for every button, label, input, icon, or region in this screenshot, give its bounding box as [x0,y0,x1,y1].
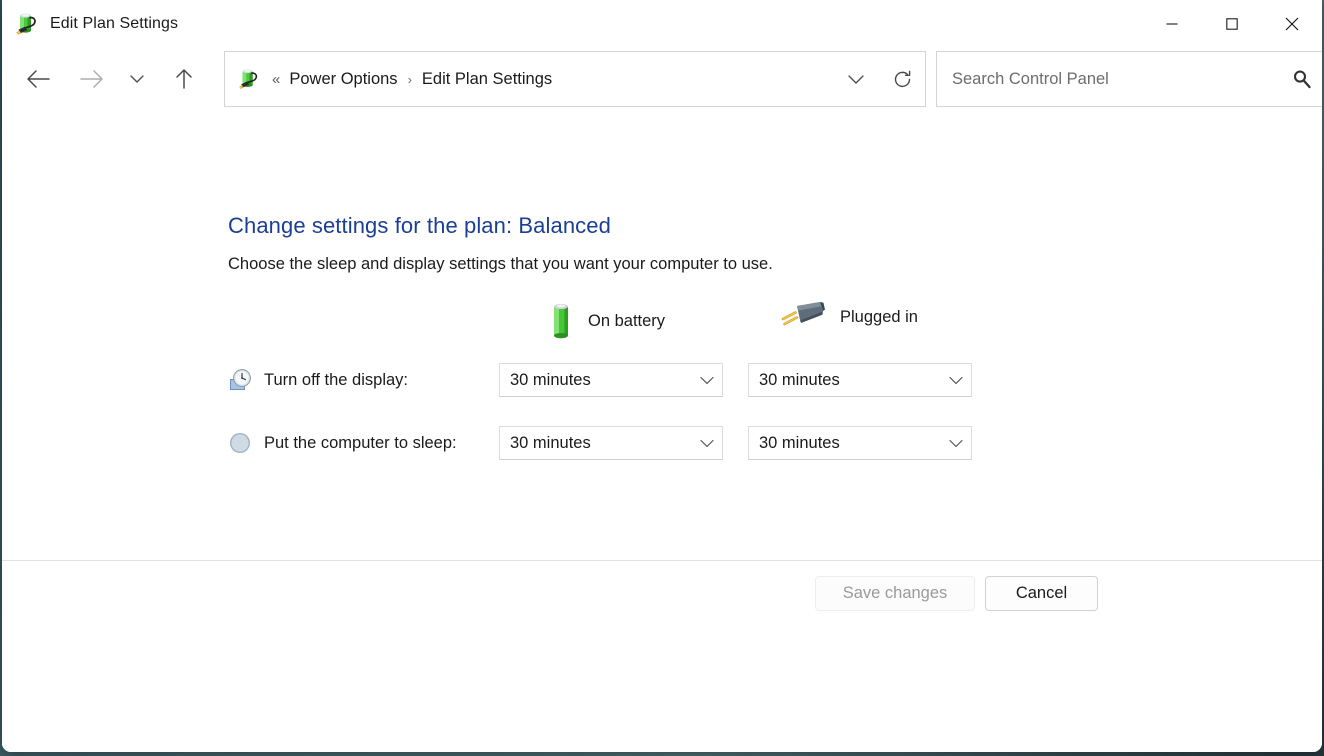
back-button[interactable] [16,57,60,101]
dropdown-value: 30 minutes [759,371,941,390]
sleep-moon-icon [228,431,252,455]
power-plug-icon [780,300,826,334]
window-controls [1142,0,1322,48]
column-label-plugged-in: Plugged in [840,308,918,327]
column-header-plugged-in: Plugged in [780,300,918,334]
setting-label-put-computer-to-sleep: Put the computer to sleep: [264,434,457,453]
column-header-on-battery: On battery [548,300,665,342]
setting-row-put-computer-to-sleep: Put the computer to sleep: [228,426,457,460]
address-bar[interactable]: « Power Options › Edit Plan Settings [224,51,926,107]
back-arrow-icon [25,68,51,90]
minimize-icon [1166,18,1178,30]
display-clock-icon [228,368,252,392]
page-subtitle: Choose the sleep and display settings th… [228,255,773,274]
battery-icon [548,300,574,342]
minimize-button[interactable] [1142,0,1202,48]
dropdown-value: 30 minutes [759,434,941,453]
up-button[interactable] [162,57,206,101]
breadcrumb-power-options[interactable]: Power Options [289,70,397,89]
search-button[interactable] [1281,52,1322,106]
dropdown-sleep-plugged-in[interactable]: 30 minutes [748,426,972,460]
dropdown-turn-off-display-on-battery[interactable]: 30 minutes [499,363,723,397]
content-area: Change settings for the plan: Balanced C… [2,110,1322,560]
search-box[interactable] [936,51,1322,107]
navigation-bar: « Power Options › Edit Plan Settings [2,48,1322,110]
cancel-button[interactable]: Cancel [985,576,1098,611]
search-icon [1292,69,1312,89]
recent-locations-button[interactable] [120,57,154,101]
chevron-down-icon [130,74,144,84]
title-bar: Edit Plan Settings [2,0,1322,48]
setting-row-turn-off-display: Turn off the display: [228,363,408,397]
chevron-down-icon [941,376,971,385]
save-changes-button[interactable]: Save changes [815,576,975,611]
search-input[interactable] [950,69,1281,90]
close-button[interactable] [1262,0,1322,48]
address-dropdown-button[interactable] [833,52,879,106]
chevron-down-icon [941,439,971,448]
dropdown-turn-off-display-plugged-in[interactable]: 30 minutes [748,363,972,397]
chevron-down-icon [847,73,865,85]
breadcrumb-overflow[interactable]: « [272,71,280,88]
power-plan-icon [14,11,40,37]
up-arrow-icon [173,67,195,91]
edit-plan-settings-window: Edit Plan Settings [2,0,1322,752]
window-title: Edit Plan Settings [50,15,178,33]
maximize-icon [1226,18,1238,30]
breadcrumb-separator: › [408,72,412,87]
refresh-icon [892,69,913,90]
footer-bar: Save changes Cancel [2,561,1322,752]
column-label-on-battery: On battery [588,312,665,331]
close-icon [1285,17,1299,31]
chevron-down-icon [692,376,722,385]
setting-label-turn-off-display: Turn off the display: [264,371,408,390]
power-plan-icon [237,67,261,91]
forward-arrow-icon [79,68,105,90]
refresh-button[interactable] [879,52,925,106]
dropdown-value: 30 minutes [510,434,692,453]
dropdown-sleep-on-battery[interactable]: 30 minutes [499,426,723,460]
dropdown-value: 30 minutes [510,371,692,390]
chevron-down-icon [692,439,722,448]
breadcrumb-edit-plan-settings[interactable]: Edit Plan Settings [422,70,552,89]
maximize-button[interactable] [1202,0,1262,48]
page-title: Change settings for the plan: Balanced [228,213,611,239]
forward-button[interactable] [70,57,114,101]
